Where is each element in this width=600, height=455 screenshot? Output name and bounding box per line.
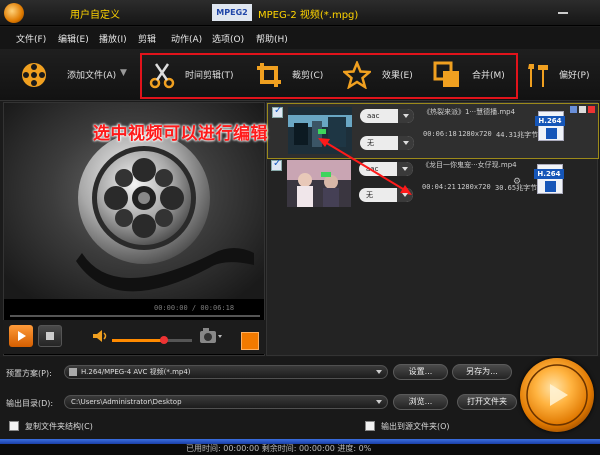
title-text-right: MPEG-2 视频(*.mpg)	[258, 10, 359, 21]
output-to-source-label: 输出到源文件夹(O)	[381, 422, 450, 431]
file-name-1: 《热裂来派》1···慧德播.mp4	[423, 108, 516, 116]
window-control-icon[interactable]	[556, 3, 570, 17]
codec-icon	[546, 128, 557, 139]
codec-label-1: H.264	[535, 116, 565, 126]
prefs-button[interactable]: 偏好(P)	[522, 49, 597, 101]
codec-label-2: H.264	[534, 169, 564, 179]
audio-track-select-1[interactable]: aac	[360, 109, 414, 123]
menu-bar: 文件(F) 编辑(E) 播放(I) 剪辑 动作(A) 选项(O) 帮助(H)	[0, 27, 600, 49]
output-codec-badge-1[interactable]: H.264	[535, 111, 565, 141]
copy-structure-checkbox[interactable]	[9, 421, 19, 431]
codec-icon	[545, 181, 556, 192]
browse-button[interactable]: 浏览...	[393, 394, 448, 410]
file-thumbnail-1	[288, 107, 352, 154]
open-folder-button[interactable]: 打开文件夹	[457, 394, 517, 410]
camera-icon[interactable]	[199, 326, 223, 346]
chevron-down-icon	[376, 400, 382, 404]
file-duration-1: 00:06:18	[423, 130, 457, 138]
output-codec-badge-2[interactable]: H.264	[534, 164, 564, 194]
edit-tools-highlight-box	[140, 53, 518, 99]
menu-action[interactable]: 动作(A)	[171, 32, 202, 45]
convert-button[interactable]	[520, 358, 594, 432]
status-text: 已用时间: 00:00:00 剩余时间: 00:00:00 进度: 0%	[186, 444, 372, 453]
file-duration-2: 00:04:21	[422, 183, 456, 191]
file-name-2: 《龙目一你鬼宠···女仔现.mp4	[422, 161, 517, 169]
film-reel-icon	[22, 63, 46, 87]
preset-value: H.264/MPEG-4 AVC 视频(*.mp4)	[81, 368, 191, 376]
preset-select[interactable]: H.264/MPEG-4 AVC 视频(*.mp4)	[64, 365, 388, 379]
output-dir-label: 输出目录(D):	[6, 399, 54, 408]
preset-label: 预置方案(P):	[6, 369, 52, 378]
row-remove-icon[interactable]	[588, 106, 595, 113]
status-bar: 已用时间: 00:00:00 剩余时间: 00:00:00 进度: 0%	[0, 439, 600, 455]
menu-clip[interactable]: 剪辑	[138, 32, 156, 45]
snapshot-folder-icon[interactable]	[241, 332, 259, 350]
file-thumbnail-2	[287, 160, 351, 207]
annotation-callout: 选中视频可以进行编辑	[93, 124, 268, 144]
play-icon	[18, 331, 26, 341]
file-checkbox-1[interactable]	[272, 105, 283, 118]
play-button[interactable]	[9, 325, 33, 347]
add-file-label: 添加文件(A)	[67, 71, 117, 81]
menu-options[interactable]: 选项(O)	[212, 32, 244, 45]
file-resolution-1: 1280x720	[458, 130, 492, 138]
file-checkbox-2[interactable]	[271, 158, 282, 171]
output-dir-value: C:\Users\Administrator\Desktop	[71, 398, 182, 406]
subtitle-select-1[interactable]: 无	[360, 136, 414, 150]
tools-icon	[528, 64, 548, 87]
audio-track-select-2[interactable]: aac	[359, 162, 413, 176]
copy-structure-label: 复制文件夹结构(C)	[25, 422, 93, 431]
volume-level	[112, 339, 162, 342]
volume-slider-handle[interactable]	[160, 336, 168, 344]
output-to-source-checkbox[interactable]	[365, 421, 375, 431]
file-size-1: 44.31兆字节	[496, 131, 539, 139]
file-row-1[interactable]: aac 无 《热裂来派》1···慧德播.mp4 00:06:18 1280x72…	[267, 103, 599, 159]
file-row-2[interactable]: aac 无 《龙目一你鬼宠···女仔现.mp4 00:04:21 1280x72…	[267, 157, 599, 213]
file-list: aac 无 《热裂来派》1···慧德播.mp4 00:06:18 1280x72…	[266, 102, 599, 356]
save-as-button[interactable]: 另存为...	[452, 364, 512, 380]
menu-help[interactable]: 帮助(H)	[256, 32, 288, 45]
menu-file[interactable]: 文件(F)	[16, 32, 46, 45]
app-logo-icon	[4, 3, 24, 23]
convert-icon	[526, 364, 588, 426]
seek-bar[interactable]	[10, 315, 260, 317]
prefs-label: 偏好(P)	[559, 71, 590, 81]
stop-icon	[46, 332, 54, 340]
file-resolution-2: 1280x720	[457, 183, 491, 191]
format-badge: MPEG2	[212, 4, 252, 21]
menu-play[interactable]: 播放(I)	[99, 32, 127, 45]
volume-icon[interactable]	[92, 329, 108, 343]
title-text-left: 用户自定义	[70, 10, 120, 21]
stop-button[interactable]	[38, 325, 62, 347]
row-edit-icon[interactable]	[570, 106, 577, 113]
row-info-icon[interactable]	[579, 106, 586, 113]
output-dir-input[interactable]: C:\Users\Administrator\Desktop	[64, 395, 388, 409]
preview-timecode: 00:00:00 / 00:06:18	[154, 304, 235, 312]
chevron-down-icon[interactable]: ▼	[120, 68, 127, 78]
menu-edit[interactable]: 编辑(E)	[58, 32, 89, 45]
video-format-icon	[69, 368, 77, 376]
settings-gear-icon[interactable]: ⚙	[513, 177, 521, 187]
settings-button[interactable]: 设置...	[393, 364, 448, 380]
add-file-button[interactable]: 添加文件(A) ▼	[10, 49, 130, 101]
chevron-down-icon	[376, 370, 382, 374]
title-bar: 用户自定义 MPEG2 MPEG-2 视频(*.mpg)	[0, 0, 600, 26]
subtitle-select-2[interactable]: 无	[359, 188, 413, 202]
